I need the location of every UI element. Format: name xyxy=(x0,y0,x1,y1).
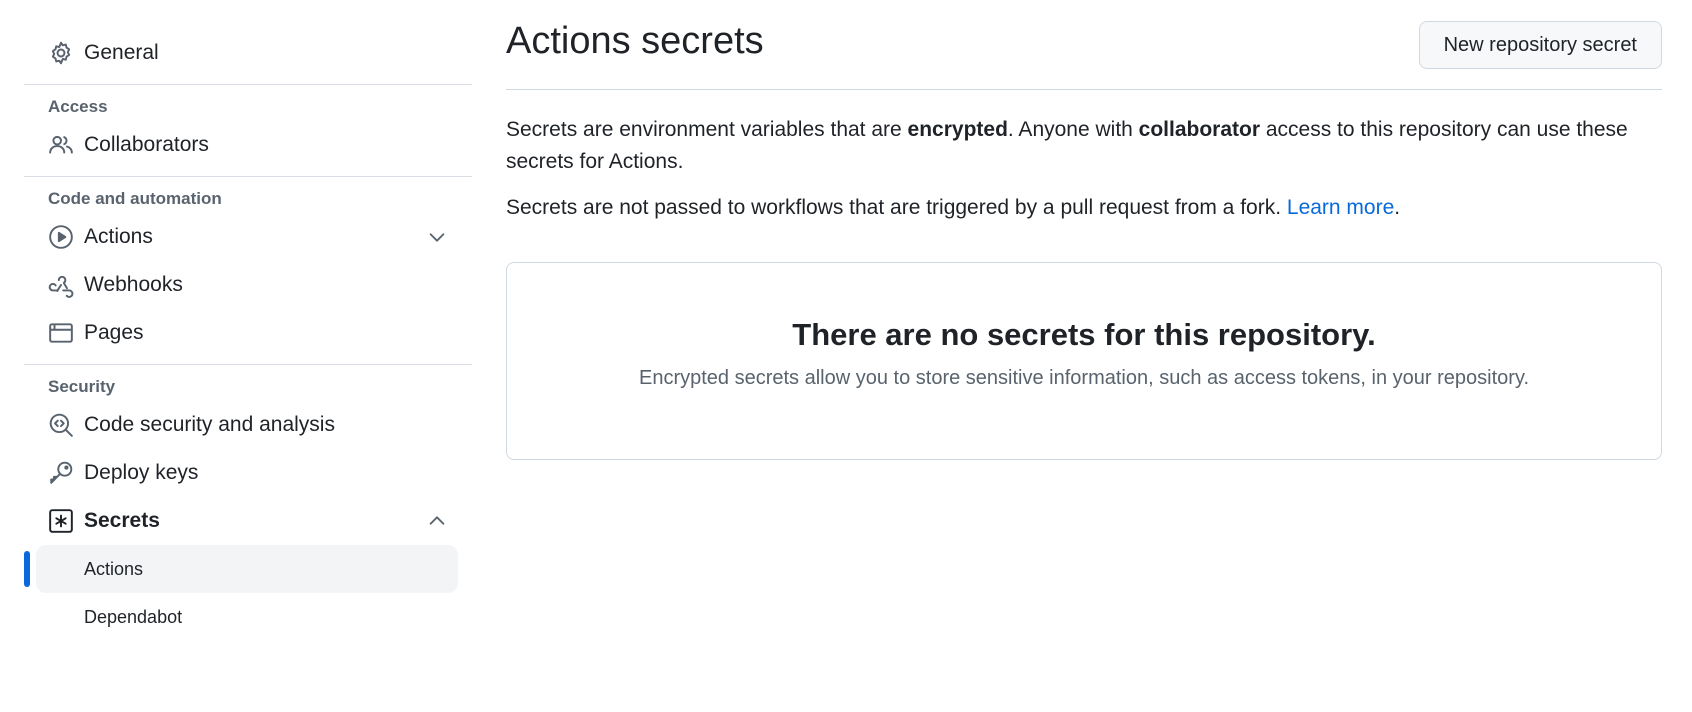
sidebar-item-general[interactable]: General xyxy=(24,29,472,77)
page-title: Actions secrets xyxy=(506,20,764,62)
webhook-icon xyxy=(48,272,74,298)
description-bold-encrypted: encrypted xyxy=(907,118,1008,141)
sidebar-item-label: Collaborators xyxy=(84,133,209,156)
secrets-description: Secrets are environment variables that a… xyxy=(506,114,1662,178)
sidebar-item-label: Actions xyxy=(84,225,153,248)
sidebar-item-label: Secrets xyxy=(84,509,160,532)
chevron-up-icon[interactable] xyxy=(426,510,448,532)
page-header: Actions secrets New repository secret xyxy=(506,0,1662,90)
sidebar-item-label: General xyxy=(84,41,159,64)
blank-state-title: There are no secrets for this repository… xyxy=(792,317,1376,352)
sidebar-group-title-code-automation: Code and automation xyxy=(48,189,222,208)
sidebar-item-code-security[interactable]: Code security and analysis xyxy=(24,401,472,449)
sidebar-group-title-security: Security xyxy=(48,377,116,396)
sidebar-subitem-secrets-dependabot[interactable]: Dependabot xyxy=(36,593,458,641)
key-icon xyxy=(48,460,74,486)
sidebar-item-label: Deploy keys xyxy=(84,461,199,484)
sidebar-item-deploy-keys[interactable]: Deploy keys xyxy=(24,449,472,497)
learn-more-link[interactable]: Learn more xyxy=(1287,196,1394,219)
sidebar-item-label: Pages xyxy=(84,321,144,344)
people-icon xyxy=(48,132,74,158)
sidebar-item-label: Webhooks xyxy=(84,273,183,296)
sidebar-group-title-access: Access xyxy=(48,97,108,116)
new-repository-secret-button[interactable]: New repository secret xyxy=(1418,21,1662,69)
sidebar-item-webhooks[interactable]: Webhooks xyxy=(24,261,472,309)
description-text: Secrets are environment variables that a… xyxy=(506,118,908,141)
sidebar-subitem-label: Dependabot xyxy=(84,606,183,627)
blank-state: There are no secrets for this repository… xyxy=(506,262,1662,460)
fork-note-text: Secrets are not passed to workflows that… xyxy=(506,196,1287,219)
blank-state-description: Encrypted secrets allow you to store sen… xyxy=(638,367,1530,389)
description-text: . Anyone with xyxy=(1007,118,1139,141)
sidebar-item-actions[interactable]: Actions xyxy=(24,213,472,261)
description-bold-collaborator: collaborator xyxy=(1138,118,1261,141)
sidebar-item-secrets[interactable]: Secrets xyxy=(24,497,472,545)
sidebar-item-label: Code security and analysis xyxy=(84,413,335,436)
asterisk-icon xyxy=(48,508,74,534)
chevron-down-icon[interactable] xyxy=(426,226,448,248)
main-content: Actions secrets New repository secret Se… xyxy=(506,0,1662,460)
settings-sidebar: General Access Collaborators Code and au… xyxy=(24,0,472,641)
sidebar-subitem-label: Actions xyxy=(84,558,144,579)
sidebar-subitem-secrets-actions[interactable]: Actions xyxy=(24,545,458,593)
play-icon xyxy=(48,224,74,250)
codescan-icon xyxy=(48,412,74,438)
settings-page: General Access Collaborators Code and au… xyxy=(0,0,1692,712)
gear-icon xyxy=(48,40,74,66)
fork-note: Secrets are not passed to workflows that… xyxy=(506,192,1662,224)
fork-note-period: . xyxy=(1394,196,1401,219)
active-indicator xyxy=(24,551,30,587)
sidebar-item-collaborators[interactable]: Collaborators xyxy=(24,121,472,169)
browser-icon xyxy=(48,320,74,346)
sidebar-item-pages[interactable]: Pages xyxy=(24,309,472,357)
